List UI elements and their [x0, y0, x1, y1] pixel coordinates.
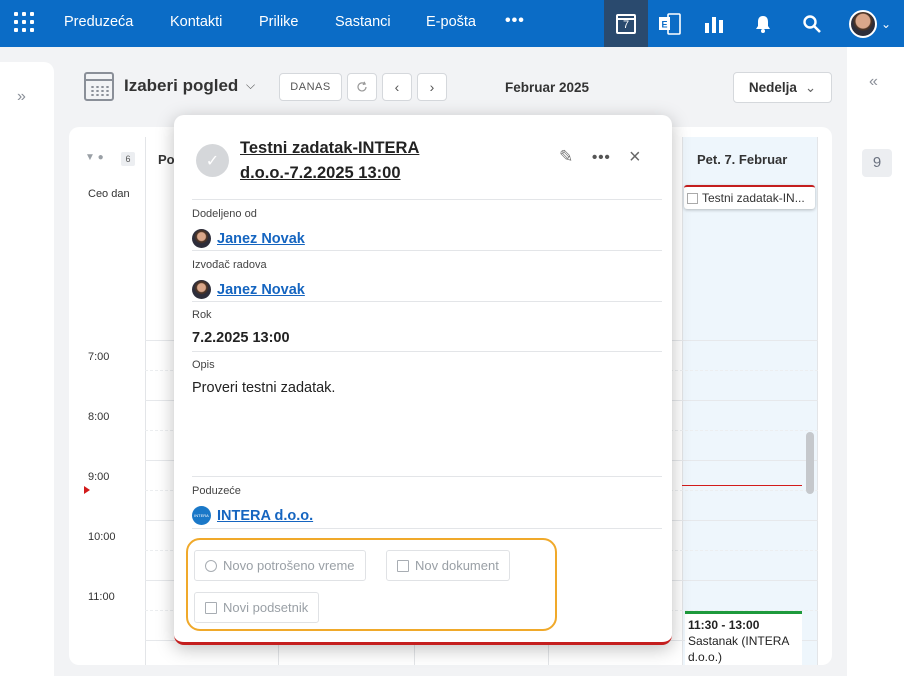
- bar-chart-icon: [705, 16, 723, 33]
- time-label: 9:00: [88, 471, 110, 483]
- today-button[interactable]: DANAS: [279, 73, 342, 101]
- quick-actions-highlight: Novo potrošeno vreme Nov dokument Novi p…: [186, 538, 557, 631]
- nav-more-icon[interactable]: •••: [505, 12, 525, 30]
- new-document-button[interactable]: Nov dokument: [386, 550, 510, 581]
- exchange-sync-button[interactable]: E: [648, 0, 692, 47]
- chevron-down-icon: ⌄: [880, 16, 892, 31]
- day-header-friday: Pet. 7. Februar: [697, 152, 788, 167]
- meeting-event[interactable]: 11:30 - 13:00 Sastanak (INTERA d.o.o.): [685, 611, 802, 665]
- company-label: Poduzeće: [192, 485, 241, 497]
- deadline-value: 7.2.2025 13:00: [192, 330, 290, 346]
- avatar: [192, 280, 211, 299]
- nav-companies[interactable]: Preduzeća: [64, 14, 133, 30]
- user-menu[interactable]: ⌄: [842, 0, 898, 47]
- chevron-down-icon: ⌄: [804, 79, 817, 95]
- user-avatar: [848, 9, 877, 38]
- contractor-label: Izvođač radova: [192, 259, 267, 271]
- description-label: Opis: [192, 359, 215, 371]
- nav-opportunities[interactable]: Prilike: [259, 14, 298, 30]
- task-title[interactable]: Testni zadatak-INTERA d.o.o.-7.2.2025 13…: [240, 136, 540, 186]
- time-label: 8:00: [88, 411, 110, 423]
- clock-icon: [205, 559, 217, 572]
- task-checkbox[interactable]: [687, 192, 698, 204]
- deadline-label: Rok: [192, 309, 212, 321]
- apps-grid-icon[interactable]: [14, 12, 34, 32]
- task-detail-popup: ✓ Testni zadatak-INTERA d.o.o.-7.2.2025 …: [174, 115, 672, 645]
- range-select[interactable]: Nedelja ⌄: [733, 72, 832, 103]
- time-label: 7:00: [88, 351, 110, 363]
- assigned-by-label: Dodeljeno od: [192, 208, 257, 220]
- search-icon: [803, 14, 821, 33]
- all-day-task-event[interactable]: Testni zadatak-IN...: [684, 185, 815, 209]
- company-row: INTERA INTERA d.o.o.: [192, 506, 313, 525]
- expand-panel-icon[interactable]: »: [17, 88, 26, 106]
- edit-pencil-icon[interactable]: ✎: [559, 147, 573, 167]
- refresh-button[interactable]: [347, 73, 377, 101]
- nav-contacts[interactable]: Kontakti: [170, 14, 222, 30]
- left-side-panel: »: [0, 62, 54, 676]
- time-label: 11:00: [88, 591, 115, 603]
- calendar-view-icon[interactable]: [84, 72, 114, 101]
- meeting-title: Sastanak (INTERA d.o.o.): [688, 634, 789, 664]
- reminder-icon: [205, 601, 217, 614]
- next-button[interactable]: ›: [417, 73, 447, 101]
- vertical-scrollbar[interactable]: [806, 432, 814, 494]
- document-icon: [397, 559, 409, 572]
- view-selector-label[interactable]: Izaberi pogled: [124, 76, 238, 96]
- day-header-monday: Po: [158, 152, 175, 167]
- nav-email[interactable]: E-pošta: [426, 14, 476, 30]
- search-button[interactable]: [790, 0, 834, 47]
- chevron-down-icon[interactable]: ⌵: [246, 78, 255, 93]
- svg-text:E: E: [662, 19, 668, 29]
- exchange-icon: E: [659, 12, 681, 35]
- top-navigation-bar: Preduzeća Kontakti Prilike Sastanci E-po…: [0, 0, 904, 47]
- avatar: [192, 229, 211, 248]
- collapse-panel-icon[interactable]: «: [869, 73, 878, 91]
- nav-meetings[interactable]: Sastanci: [335, 14, 391, 30]
- chevron-right-icon: ›: [429, 79, 435, 95]
- new-reminder-button[interactable]: Novi podsetnik: [194, 592, 320, 623]
- current-time-line: [682, 485, 802, 486]
- count-badge: 6: [121, 152, 135, 166]
- meeting-time: 11:30 - 13:00: [688, 618, 760, 632]
- assigned-by-link[interactable]: Janez Novak: [217, 231, 305, 247]
- checkmark-icon: ✓: [205, 152, 220, 170]
- bell-icon: [756, 15, 770, 33]
- reports-button[interactable]: [692, 0, 736, 47]
- chevron-left-icon: ‹: [394, 79, 400, 95]
- description-value: Proveri testni zadatak.: [192, 380, 336, 396]
- range-select-value: Nedelja: [748, 80, 797, 95]
- friday-column[interactable]: [682, 137, 817, 665]
- notifications-button[interactable]: [741, 0, 785, 47]
- previous-button[interactable]: ‹: [382, 73, 412, 101]
- calendar-nav-button[interactable]: 7: [604, 0, 648, 47]
- period-label: Februar 2025: [505, 80, 590, 95]
- all-day-label: Ceo dan: [88, 188, 130, 200]
- current-time-marker: [84, 486, 90, 494]
- contractor-person: Janez Novak: [192, 280, 305, 299]
- close-icon[interactable]: ×: [629, 147, 641, 167]
- filter-icon[interactable]: ▼ ●: [85, 152, 104, 163]
- right-panel-badge[interactable]: 9: [862, 149, 892, 177]
- company-link[interactable]: INTERA d.o.o.: [217, 508, 313, 524]
- new-time-spent-button[interactable]: Novo potrošeno vreme: [194, 550, 366, 581]
- event-title: Testni zadatak-IN...: [702, 191, 805, 205]
- assigned-by-person: Janez Novak: [192, 229, 305, 248]
- right-side-panel: « 9: [847, 47, 904, 676]
- more-options-icon[interactable]: •••: [592, 149, 611, 166]
- contractor-link[interactable]: Janez Novak: [217, 282, 305, 298]
- company-logo: INTERA: [192, 506, 211, 525]
- time-label: 10:00: [88, 531, 116, 543]
- calendar-icon: 7: [616, 13, 636, 34]
- complete-task-button[interactable]: ✓: [196, 144, 229, 177]
- refresh-icon: [357, 81, 367, 92]
